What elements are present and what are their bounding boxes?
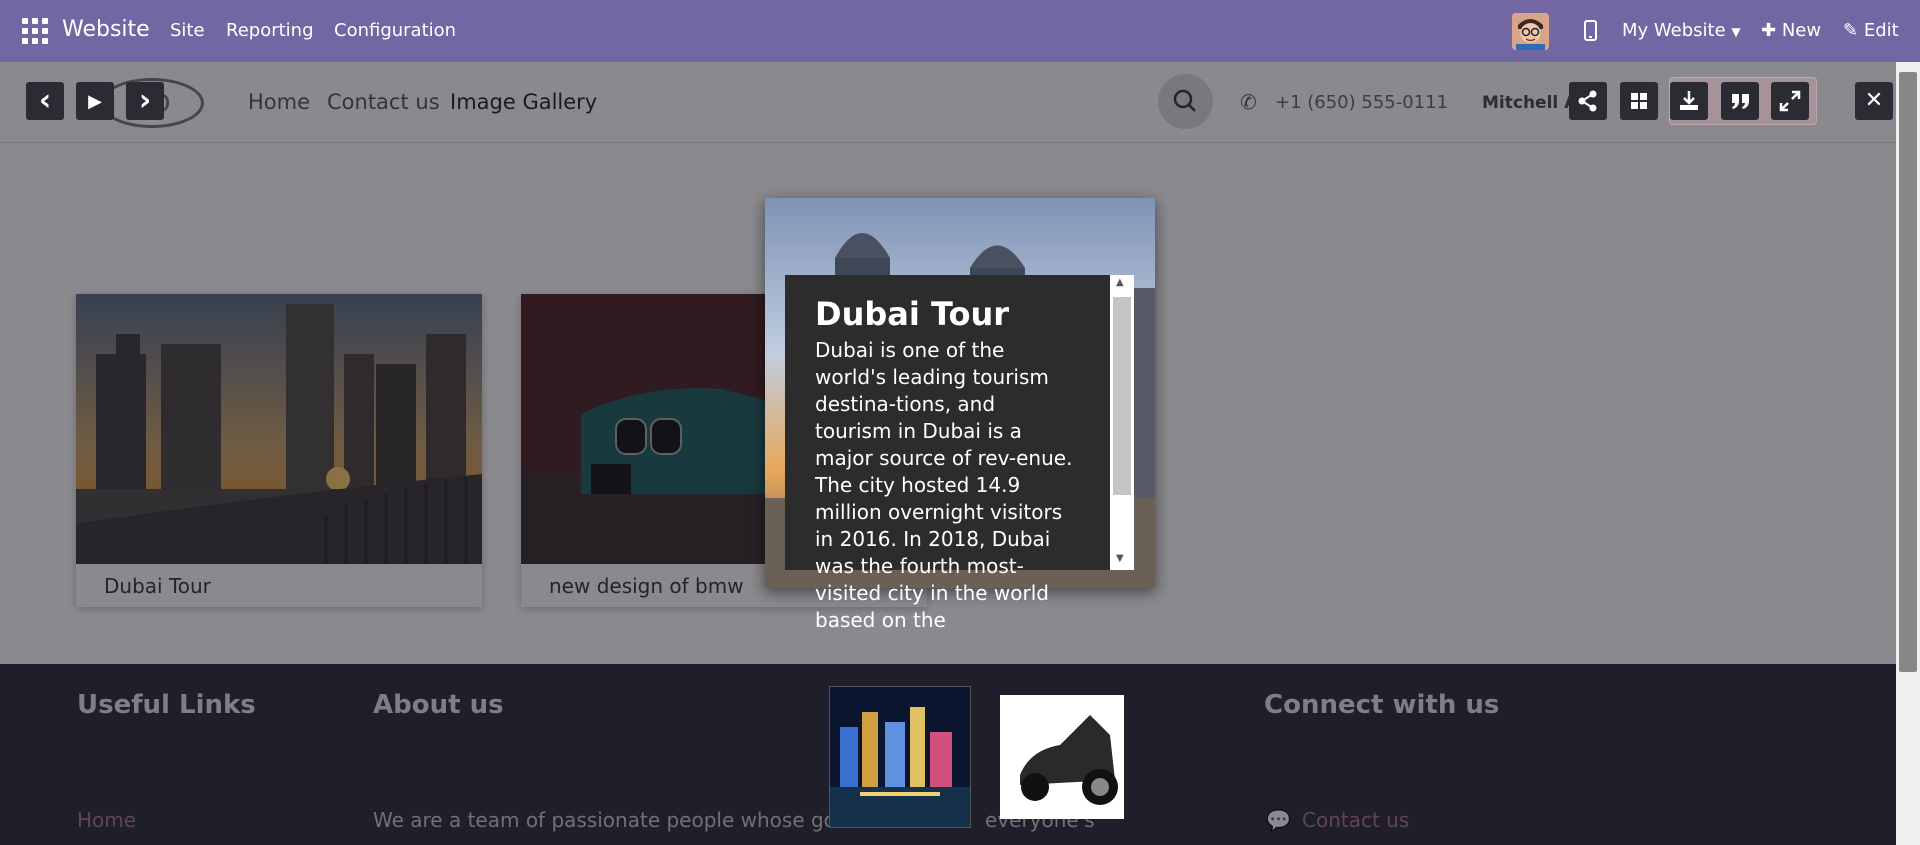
grid-view-button[interactable] [1620,82,1658,120]
thumbnail-dubai-night[interactable] [829,686,971,828]
caption-scroll-up-icon[interactable]: ▲ [1116,277,1124,288]
lightbox-caption: Dubai Tour Dubai is one of the world's l… [785,275,1110,632]
fullscreen-icon [1779,90,1801,112]
edit-label: Edit [1863,20,1899,41]
menu-configuration[interactable]: Configuration [334,20,456,41]
prev-button[interactable]: ‹ [26,82,64,120]
page-scrollbar[interactable] [1896,62,1920,845]
pencil-icon: ✎ [1843,20,1859,41]
city-night-image [830,687,970,827]
caret-down-icon: ▼ [1731,25,1741,39]
menu-site[interactable]: Site [170,20,205,41]
chevron-left-icon: ‹ [38,83,52,118]
next-button[interactable]: › [126,82,164,120]
caption-title: Dubai Tour [815,295,1010,333]
play-button[interactable]: ▶ [76,82,114,120]
black-car-image [1000,695,1124,819]
quote-icon [1732,94,1749,109]
apps-menu-icon[interactable] [22,18,48,44]
app-brand[interactable]: Website [62,17,150,42]
page-scrollbar-thumb[interactable] [1899,72,1917,672]
play-icon: ▶ [88,91,102,112]
menu-reporting[interactable]: Reporting [226,20,314,41]
close-icon: ✕ [1864,88,1884,113]
mobile-preview-icon[interactable] [1584,20,1597,41]
my-website-dropdown[interactable]: My Website ▼ [1622,20,1741,41]
caption-body: Dubai is one of the world's leading tour… [815,338,1073,632]
caption-scrollbar[interactable]: ▲ ▼ [1110,275,1134,570]
share-icon [1578,90,1597,112]
quote-button[interactable] [1721,82,1759,120]
caption-scrollbar-thumb[interactable] [1113,297,1131,495]
thumbnail-bmw-black[interactable] [1000,695,1124,819]
new-button[interactable]: ✚ New [1761,20,1821,41]
download-icon [1680,91,1698,110]
caption-scroll-down-icon[interactable]: ▼ [1116,553,1124,564]
my-website-label: My Website [1622,20,1726,41]
chevron-right-icon: › [138,83,152,118]
user-avatar[interactable] [1512,13,1549,50]
download-button[interactable] [1670,82,1708,120]
grid-icon [1631,93,1647,109]
share-button[interactable] [1569,82,1607,120]
close-button[interactable]: ✕ [1855,82,1893,120]
admin-topbar: Website Site Reporting Configuration My … [0,0,1920,62]
fullscreen-button[interactable] [1771,82,1809,120]
edit-button[interactable]: ✎ Edit [1843,20,1899,41]
plus-icon: ✚ [1761,20,1777,41]
new-label: New [1781,20,1822,41]
